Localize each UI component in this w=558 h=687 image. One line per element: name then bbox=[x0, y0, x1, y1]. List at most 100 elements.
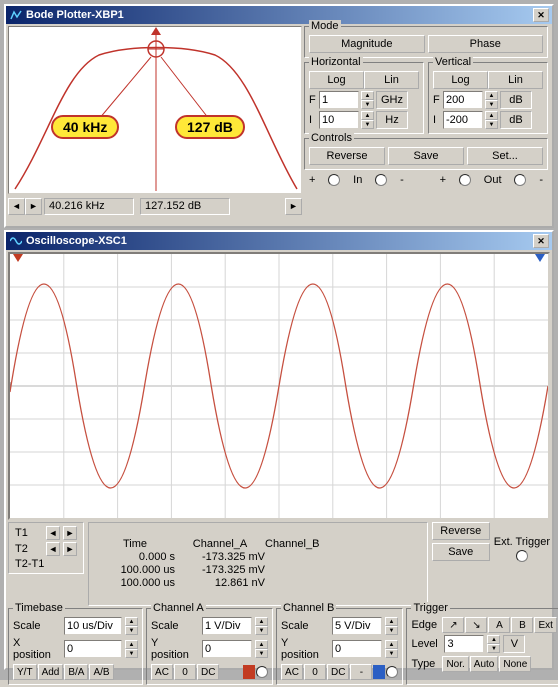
t1-right-button[interactable]: ► bbox=[63, 526, 77, 540]
cursor-labels: T1 ◄ ► T2 ◄ ► T2-T1 bbox=[8, 522, 84, 574]
v-lin-button[interactable]: Lin bbox=[488, 71, 543, 89]
timebase-scale-spin[interactable]: ▲▼ bbox=[125, 617, 138, 635]
out-minus-radio[interactable] bbox=[514, 174, 526, 186]
timebase-scale-input[interactable] bbox=[64, 617, 122, 635]
cha-ac-button[interactable]: AC bbox=[151, 664, 173, 680]
mode-group: Mode Magnitude Phase bbox=[304, 26, 548, 58]
controls-group: Controls Reverse Save Set... bbox=[304, 138, 548, 170]
timebase-xpos-spin[interactable]: ▲▼ bbox=[125, 640, 138, 658]
cursor-left-button[interactable]: ◄ bbox=[8, 198, 25, 215]
bode-window: Bode Plotter-XBP1 ✕ bbox=[4, 4, 554, 228]
chb-0-button[interactable]: 0 bbox=[304, 664, 326, 680]
chb-ypos-spin[interactable]: ▲▼ bbox=[385, 640, 398, 658]
status-freq: 40.216 kHz bbox=[44, 198, 134, 215]
v-i-unit: dB bbox=[500, 111, 532, 129]
chb-color-swatch[interactable] bbox=[373, 665, 385, 679]
chb-inv-button[interactable]: - bbox=[350, 664, 372, 680]
cursor-right-button[interactable]: ► bbox=[25, 198, 42, 215]
scope-app-icon bbox=[9, 234, 23, 248]
ext-trigger-jack[interactable] bbox=[516, 550, 528, 562]
cha-scale-input[interactable] bbox=[202, 617, 252, 635]
cha-dc-button[interactable]: DC bbox=[197, 664, 219, 680]
v-i-input[interactable] bbox=[443, 111, 483, 129]
magnitude-button[interactable]: Magnitude bbox=[309, 35, 425, 53]
t1-marker-icon[interactable] bbox=[13, 254, 23, 262]
t2-right-button[interactable]: ► bbox=[63, 542, 77, 556]
t1-left-button[interactable]: ◄ bbox=[46, 526, 60, 540]
cha-color-swatch[interactable] bbox=[243, 665, 255, 679]
chb-scale-spin[interactable]: ▲▼ bbox=[385, 617, 398, 635]
edge-fall-button[interactable]: ↘ bbox=[465, 617, 487, 633]
scope-titlebar[interactable]: Oscilloscope-XSC1 ✕ bbox=[6, 232, 552, 250]
v-f-input[interactable] bbox=[443, 91, 483, 109]
close-button[interactable]: ✕ bbox=[533, 8, 549, 22]
h-lin-button[interactable]: Lin bbox=[364, 71, 419, 89]
h-f-input[interactable] bbox=[319, 91, 359, 109]
status-gain: 127.152 dB bbox=[140, 198, 230, 215]
horizontal-group: Horizontal Log Lin F ▲▼ GHz I ▲▼ bbox=[304, 62, 424, 134]
chb-ac-button[interactable]: AC bbox=[281, 664, 303, 680]
yt-button[interactable]: Y/T bbox=[13, 664, 37, 680]
scope-reverse-button[interactable]: Reverse bbox=[432, 522, 490, 540]
v-i-spin[interactable]: ▲▼ bbox=[485, 111, 498, 129]
scope-display[interactable] bbox=[8, 252, 550, 520]
v-f-spin[interactable]: ▲▼ bbox=[485, 91, 498, 109]
bode-title: Bode Plotter-XBP1 bbox=[26, 9, 533, 21]
cha-ypos-spin[interactable]: ▲▼ bbox=[255, 640, 268, 658]
ba-button[interactable]: B/A bbox=[64, 664, 88, 680]
cursor-end-button[interactable]: ► bbox=[285, 198, 302, 215]
bode-freq-callout: 40 kHz bbox=[51, 115, 119, 139]
type-none-button[interactable]: None bbox=[499, 656, 531, 672]
h-i-spin[interactable]: ▲▼ bbox=[361, 111, 374, 129]
timebase-group: Timebase Scale ▲▼ X position ▲▼ Y/T Add … bbox=[8, 608, 143, 685]
vertical-group: Vertical Log Lin F ▲▼ dB I ▲▼ bbox=[428, 62, 548, 134]
ab-button[interactable]: A/B bbox=[89, 664, 113, 680]
type-auto-button[interactable]: Auto bbox=[470, 656, 499, 672]
out-plus-radio[interactable] bbox=[459, 174, 471, 186]
scope-title: Oscilloscope-XSC1 bbox=[26, 235, 533, 247]
cha-jack[interactable] bbox=[256, 666, 268, 678]
bode-app-icon bbox=[9, 8, 23, 22]
chb-ypos-input[interactable] bbox=[332, 640, 382, 658]
chb-jack[interactable] bbox=[386, 666, 398, 678]
in-plus-radio[interactable] bbox=[328, 174, 340, 186]
cha-0-button[interactable]: 0 bbox=[174, 664, 196, 680]
edge-ext-button[interactable]: Ext bbox=[534, 617, 556, 633]
save-button[interactable]: Save bbox=[388, 147, 464, 165]
h-f-unit: GHz bbox=[376, 91, 408, 109]
v-log-button[interactable]: Log bbox=[433, 71, 488, 89]
h-log-button[interactable]: Log bbox=[309, 71, 364, 89]
timebase-xpos-input[interactable] bbox=[64, 640, 122, 658]
trigger-level-unit: V bbox=[503, 635, 525, 653]
cha-ypos-input[interactable] bbox=[202, 640, 252, 658]
bode-gain-callout: 127 dB bbox=[175, 115, 245, 139]
edge-rise-button[interactable]: ↗ bbox=[442, 617, 464, 633]
trigger-level-input[interactable] bbox=[444, 635, 484, 653]
cha-scale-spin[interactable]: ▲▼ bbox=[255, 617, 268, 635]
h-i-input[interactable] bbox=[319, 111, 359, 129]
type-nor-button[interactable]: Nor. bbox=[442, 656, 468, 672]
t2-left-button[interactable]: ◄ bbox=[46, 542, 60, 556]
chb-scale-input[interactable] bbox=[332, 617, 382, 635]
in-minus-radio[interactable] bbox=[375, 174, 387, 186]
ext-trigger-label: Ext. Trigger bbox=[494, 536, 550, 548]
h-f-spin[interactable]: ▲▼ bbox=[361, 91, 374, 109]
v-f-unit: dB bbox=[500, 91, 532, 109]
reverse-button[interactable]: Reverse bbox=[309, 147, 385, 165]
close-button[interactable]: ✕ bbox=[533, 234, 549, 248]
readout-table: TimeChannel_AChannel_B 0.000 s-173.325 m… bbox=[88, 522, 428, 606]
scope-save-button[interactable]: Save bbox=[432, 543, 490, 561]
t2-marker-icon[interactable] bbox=[535, 254, 545, 262]
add-button[interactable]: Add bbox=[38, 664, 64, 680]
phase-button[interactable]: Phase bbox=[428, 35, 544, 53]
bode-titlebar[interactable]: Bode Plotter-XBP1 ✕ bbox=[6, 6, 552, 24]
scope-window: Oscilloscope-XSC1 ✕ bbox=[4, 230, 554, 670]
channel-a-group: Channel A Scale ▲▼ Y position ▲▼ AC 0 DC bbox=[146, 608, 273, 685]
chb-dc-button[interactable]: DC bbox=[327, 664, 349, 680]
trigger-level-spin[interactable]: ▲▼ bbox=[487, 635, 500, 653]
edge-b-button[interactable]: B bbox=[511, 617, 533, 633]
bode-plot[interactable]: 40 kHz 127 dB bbox=[8, 26, 302, 194]
edge-a-button[interactable]: A bbox=[488, 617, 510, 633]
set-button[interactable]: Set... bbox=[467, 147, 543, 165]
trigger-group: Trigger Edge ↗ ↘ A B Ext Level ▲▼ V Type… bbox=[406, 608, 558, 685]
